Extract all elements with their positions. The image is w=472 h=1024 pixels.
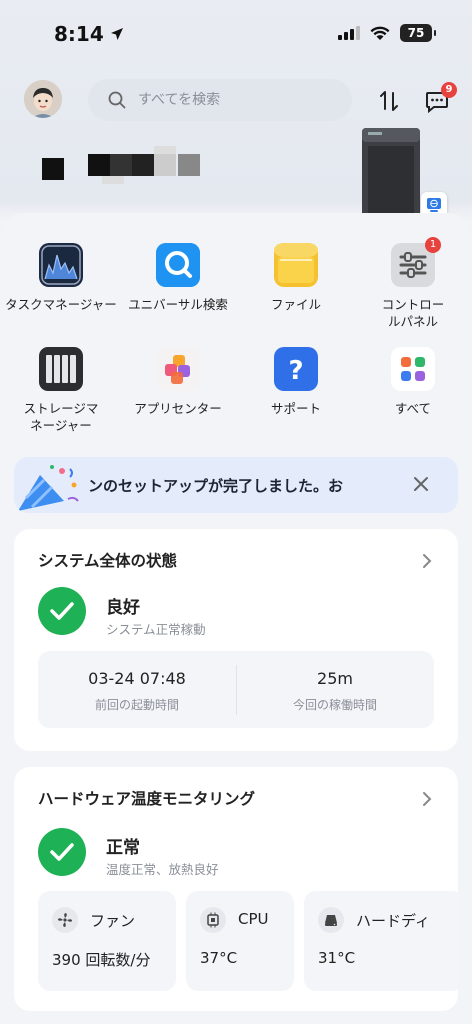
app-label: アプリセンター [134,401,222,416]
app-universal-search[interactable]: ユニバーサル検索 [119,243,237,313]
search-input[interactable] [136,91,340,109]
location-arrow-icon [110,28,123,40]
search-icon [108,91,126,109]
stat-uptime: 25m 今回の稼働時間 [236,651,434,713]
battery-indicator: 75 [400,24,436,42]
sensor-disk[interactable]: ハードディ 31°C [304,891,458,991]
card-title: システム全体の状態 [38,552,178,570]
cpu-icon [200,907,226,933]
app-label: ファイル [270,297,321,312]
stat-last-boot: 03-24 07:48 前回の起動時間 [38,651,236,713]
status-text: 正常 [106,838,140,858]
sensor-value: 31°C [318,949,356,967]
message-count-badge: 9 [441,82,457,98]
sensor-name: CPU [238,910,269,928]
app-label: コントロールパネル [381,297,445,329]
storage-manager-icon [39,347,83,391]
clock: 8:14 [54,22,104,46]
stat-label: 前回の起動時間 [94,698,179,712]
uptime-stats: 03-24 07:48 前回の起動時間 25m 今回の稼働時間 [38,651,434,728]
system-status-card[interactable]: システム全体の状態 良好 システム正常稼動 03-24 07:48 前回の起動時… [14,529,458,751]
globe-monitor-icon [427,198,441,212]
sensor-name: ハードディ [356,912,430,930]
card-title: ハードウェア温度モニタリング [38,790,256,808]
close-icon[interactable] [412,475,430,493]
task-manager-icon [39,243,83,287]
all-apps-icon [391,347,435,391]
banner-text: ンのセットアップが完了しました。お [88,477,344,495]
status-ok-icon [38,828,86,876]
app-label: ストレージマネージャー [23,401,99,433]
control-panel-icon: 1 [391,237,441,287]
sensor-value: 37°C [200,949,238,967]
hardware-temp-card[interactable]: ハードウェア温度モニタリング 正常 温度正常、放熱良好 ファン 390 回転数/… [14,767,458,1011]
universal-search-icon [156,243,200,287]
hardware-sensors[interactable]: ファン 390 回転数/分 CPU 37°C ハードディ 31°C [38,891,458,991]
chevron-right-icon[interactable] [422,791,432,807]
app-app-center[interactable]: アプリセンター [119,347,237,417]
chevron-right-icon[interactable] [422,553,432,569]
app-files[interactable]: ファイル [237,243,355,313]
fan-icon [52,907,78,933]
control-panel-badge: 1 [425,237,441,253]
stat-value: 25m [317,669,353,688]
svg-text:?: ? [288,356,303,386]
app-label: タスクマネージャー [5,297,117,312]
setup-complete-banner[interactable]: ンのセットアップが完了しました。お [14,457,458,513]
transfer-icon[interactable] [376,88,402,114]
status-subtext: 温度正常、放熱良好 [106,862,219,877]
avatar-face-icon [24,80,62,118]
app-storage-manager[interactable]: ストレージマネージャー [2,347,120,434]
nas-device-image [362,128,420,222]
sensor-cpu[interactable]: CPU 37°C [186,891,294,991]
app-label: すべて [394,401,432,416]
disk-icon [318,907,344,933]
sensor-value: 390 回転数/分 [52,951,151,969]
signal-icon [338,26,360,40]
wifi-icon [370,26,390,40]
search-bar[interactable] [88,79,352,121]
support-icon: ? [274,347,318,391]
status-time: 8:14 [54,22,124,46]
app-support[interactable]: ? サポート [237,347,355,417]
sensor-name: ファン [90,912,136,930]
messages-button[interactable]: 9 [424,82,457,114]
status-ok-icon [38,587,86,635]
app-center-icon [156,347,200,391]
folder-icon [274,243,318,287]
status-bar: 8:14 75 [0,0,472,64]
device-name-redacted [42,146,222,184]
stat-value: 03-24 07:48 [88,669,186,688]
status-text: 良好 [106,598,140,618]
status-subtext: システム正常稼動 [106,622,206,637]
sensor-fan[interactable]: ファン 390 回転数/分 [38,891,176,991]
app-task-manager[interactable]: タスクマネージャー [2,243,120,313]
status-indicators: 75 [338,24,436,42]
app-control-panel[interactable]: 1 コントロールパネル [354,237,472,330]
stat-label: 今回の稼働時間 [292,698,377,712]
party-popper-icon [18,465,79,511]
app-label: ユニバーサル検索 [128,297,228,312]
avatar[interactable] [24,80,62,118]
app-label: サポート [270,401,321,416]
app-all[interactable]: すべて [354,347,472,417]
